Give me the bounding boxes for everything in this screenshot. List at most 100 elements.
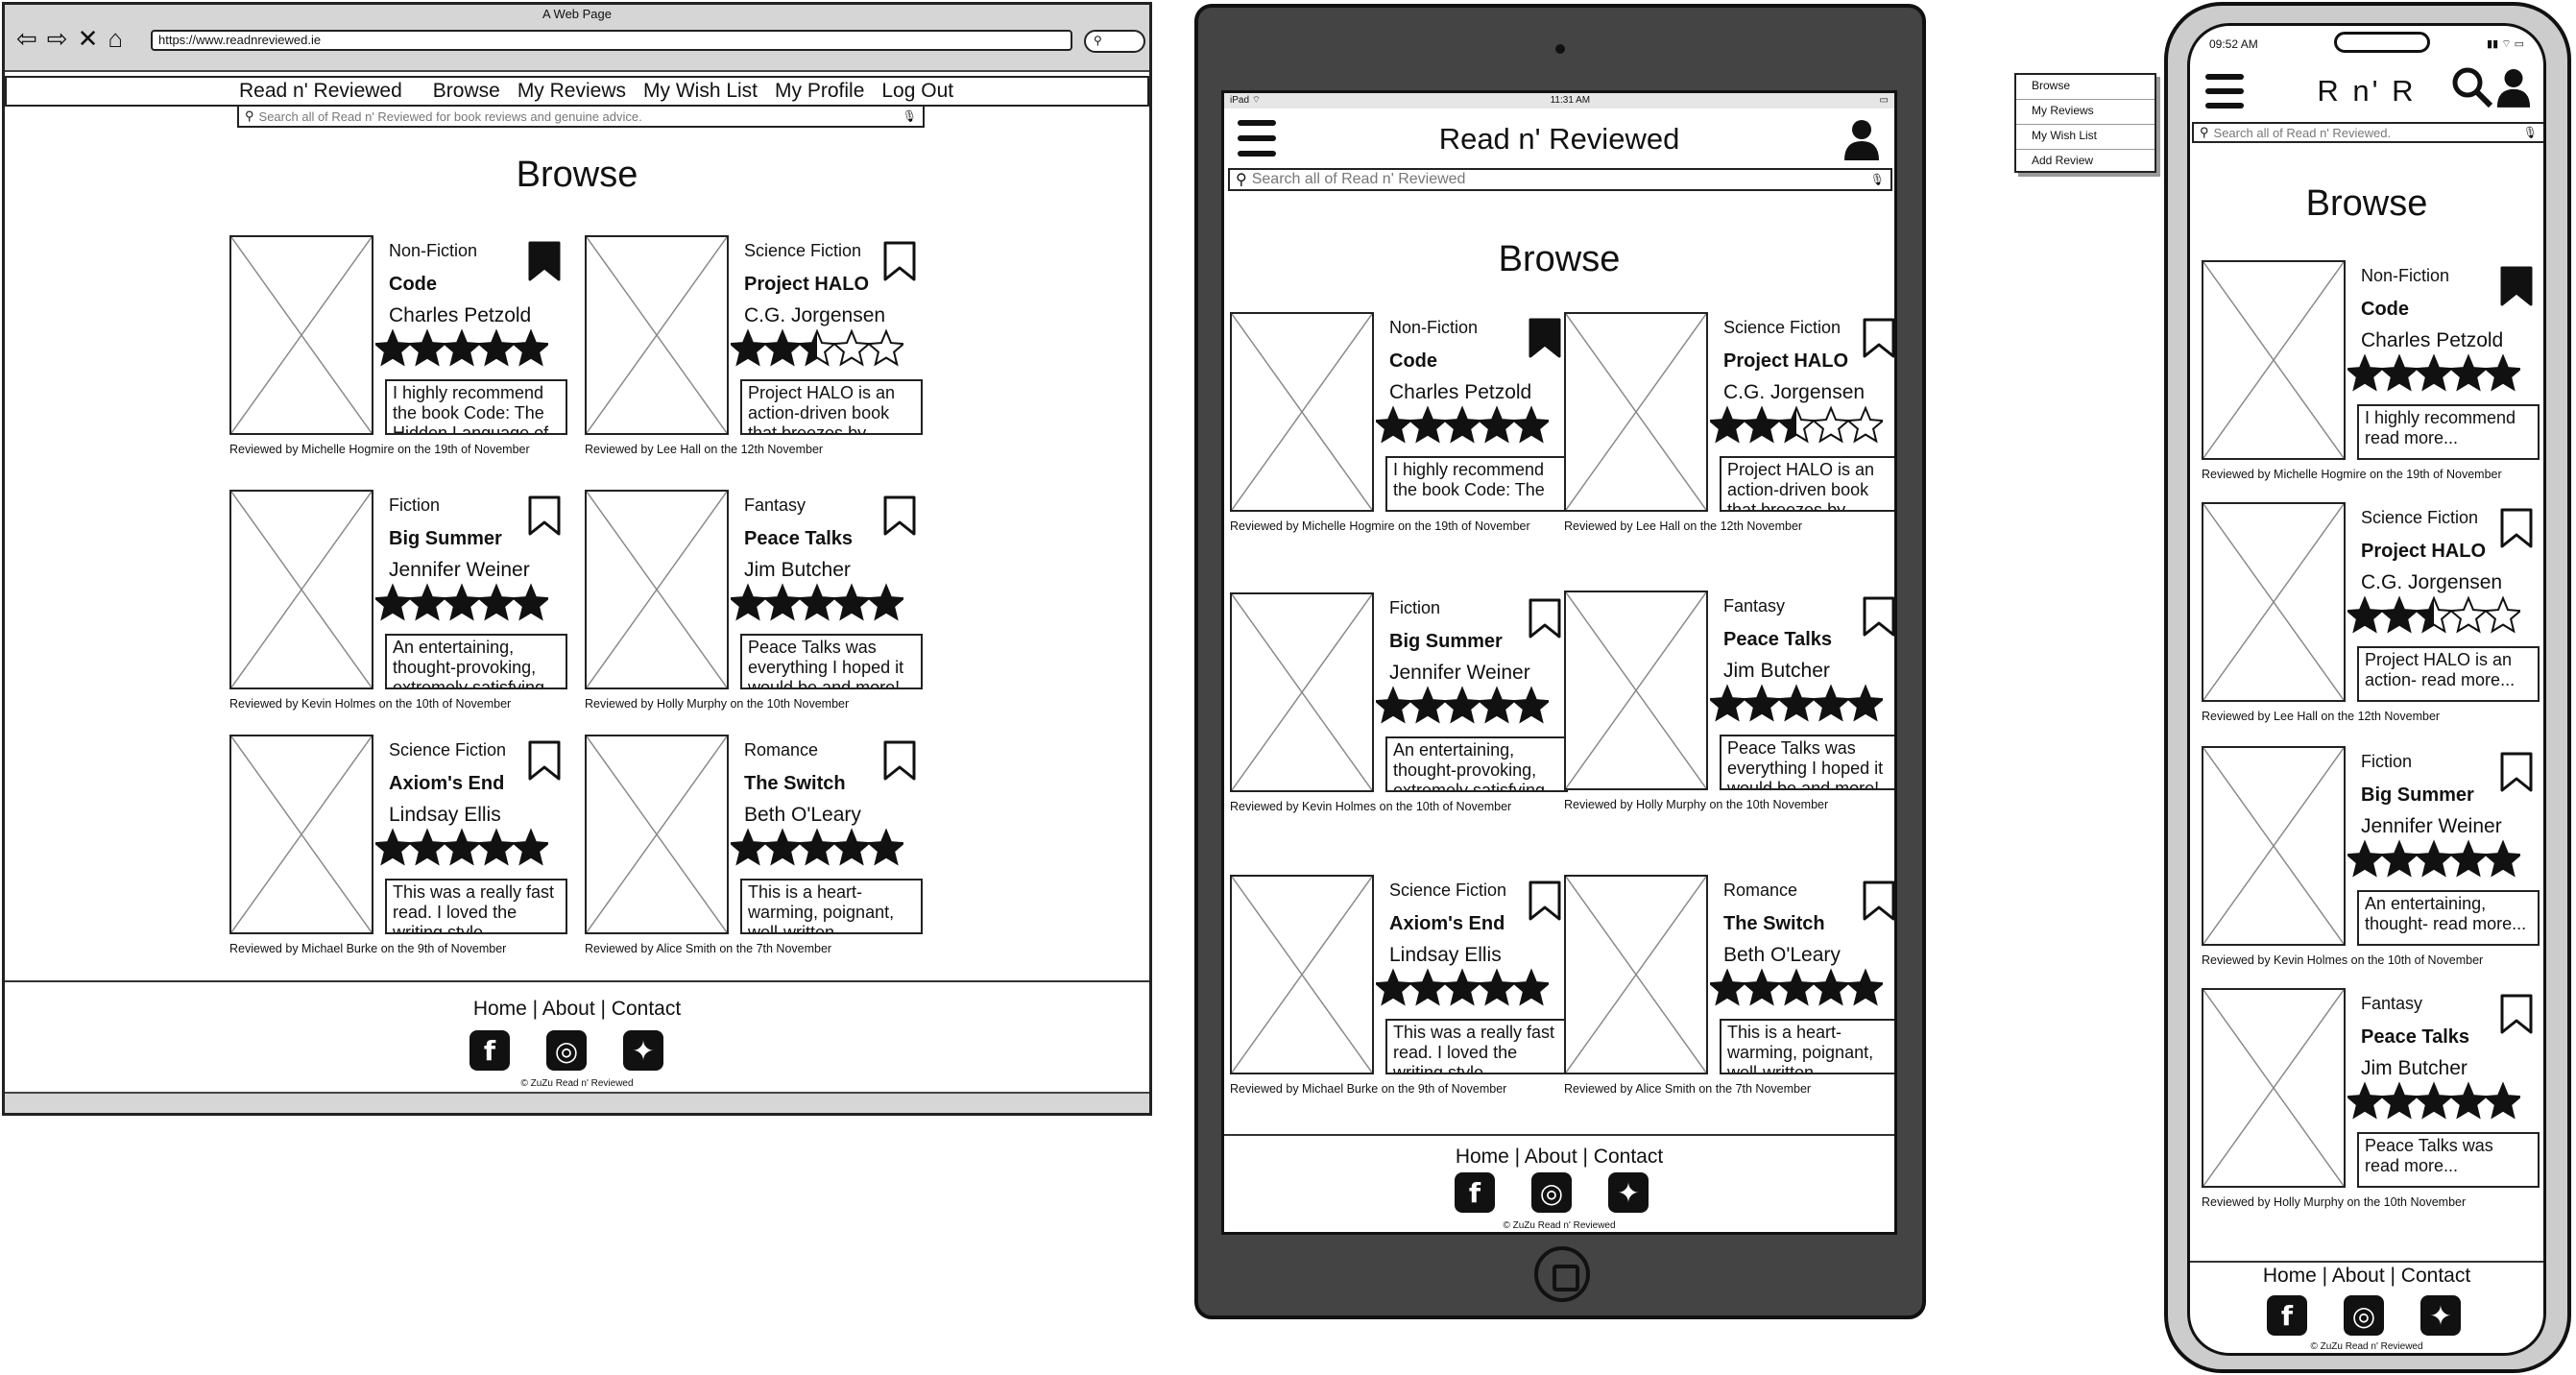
nav-browse[interactable]: Browse [433, 78, 500, 105]
review-card[interactable]: Science Fiction Project HALO C.G. Jorgense… [1564, 312, 1894, 552]
bookmark-icon[interactable] [882, 740, 917, 781]
book-cover-image[interactable] [229, 235, 373, 435]
review-excerpt[interactable]: An entertaining, thought-provoking, extr… [1385, 736, 1568, 792]
review-excerpt[interactable]: This was a really fast read. I loved the… [1385, 1019, 1568, 1074]
book-cover-image[interactable] [1564, 312, 1708, 512]
facebook-icon[interactable]: f [469, 1030, 510, 1071]
brand-link[interactable]: Read n' Reviewed [239, 78, 402, 105]
review-card[interactable]: Science Fiction Project HALO C.G. Jorgense… [2202, 502, 2543, 742]
bookmark-icon[interactable] [1862, 596, 1894, 637]
review-excerpt[interactable]: I highly recommend read more... [2357, 404, 2540, 460]
book-cover-image[interactable] [585, 235, 729, 435]
review-card[interactable]: Fiction Big Summer Jennifer Weiner An enter… [2202, 746, 2543, 986]
review-card[interactable]: Non-Fiction Code Charles Petzold I highly r… [2202, 260, 2543, 500]
bookmark-icon[interactable] [527, 495, 562, 536]
book-title[interactable]: Code [2361, 299, 2409, 321]
review-card[interactable]: Fantasy Peace Talks Jim Butcher Peace Talks… [1564, 591, 1894, 831]
book-cover-image[interactable] [1230, 312, 1374, 512]
book-cover-image[interactable] [2202, 502, 2346, 702]
book-title[interactable]: Axiom's End [389, 773, 504, 795]
instagram-icon[interactable]: ◎ [1531, 1172, 1572, 1213]
home-button[interactable] [1534, 1246, 1590, 1302]
book-cover-image[interactable] [2202, 988, 2346, 1188]
twitter-icon[interactable]: ✦ [623, 1030, 663, 1071]
twitter-icon[interactable]: ✦ [1608, 1172, 1649, 1213]
book-cover-image[interactable] [2202, 746, 2346, 946]
back-icon[interactable]: ⇦ [16, 24, 37, 53]
book-title[interactable]: Peace Talks [2361, 1026, 2469, 1049]
menu-item-my-wish-list[interactable]: My Wish List [2016, 125, 2155, 150]
bookmark-filled-icon[interactable] [2499, 266, 2534, 306]
review-excerpt[interactable]: I highly recommend the book Code: The Hi… [385, 379, 567, 435]
bookmark-icon[interactable] [2499, 508, 2534, 548]
book-title[interactable]: Big Summer [389, 528, 502, 550]
review-card[interactable]: Romance The Switch Beth O'Leary This is a h… [585, 735, 950, 975]
nav-my-wish-list[interactable]: My Wish List [643, 78, 758, 105]
search-icon[interactable] [2451, 66, 2493, 109]
bookmark-icon[interactable] [882, 495, 917, 536]
review-excerpt[interactable]: This is a heart-warming, poignant, well-… [740, 879, 923, 934]
review-card[interactable]: Non-Fiction Code Charles Petzold I highly r… [1230, 312, 1595, 552]
review-excerpt[interactable]: Project HALO is an action- read more... [2357, 646, 2540, 702]
review-card[interactable]: Science Fiction Axiom's End Lindsay Ellis T… [1230, 875, 1595, 1115]
nav-log-out[interactable]: Log Out [881, 78, 953, 105]
user-profile-icon[interactable] [1842, 118, 1881, 160]
review-excerpt[interactable]: Project HALO is an action-driven book th… [740, 379, 923, 435]
bookmark-icon[interactable] [882, 241, 917, 281]
review-excerpt[interactable]: Peace Talks was everything I hoped it wo… [1720, 735, 1894, 790]
nav-my-reviews[interactable]: My Reviews [518, 78, 626, 105]
review-card[interactable]: Non-Fiction Code Charles Petzold I highly r… [229, 235, 594, 475]
book-title[interactable]: Big Summer [2361, 784, 2474, 807]
bookmark-icon[interactable] [1528, 880, 1562, 921]
nav-my-profile[interactable]: My Profile [775, 78, 864, 105]
microphone-icon[interactable]: 🎙 [1870, 173, 1885, 186]
menu-item-browse[interactable]: Browse [2016, 75, 2155, 100]
home-icon[interactable]: ⌂ [108, 24, 123, 53]
review-excerpt[interactable]: This was a really fast read. I loved the… [385, 879, 567, 934]
search-input[interactable]: ⚲ Search all of Read n' Reviewed for boo… [237, 105, 925, 128]
book-cover-image[interactable] [229, 490, 373, 689]
facebook-icon[interactable]: f [1455, 1172, 1495, 1213]
bookmark-icon[interactable] [2499, 994, 2534, 1034]
review-excerpt[interactable]: Project HALO is an action-driven book th… [1720, 456, 1894, 512]
review-excerpt[interactable]: Peace Talks was everything I hoped it wo… [740, 634, 923, 689]
book-cover-image[interactable] [585, 735, 729, 934]
book-title[interactable]: Peace Talks [744, 528, 853, 550]
bookmark-filled-icon[interactable] [1528, 318, 1562, 358]
forward-icon[interactable]: ⇨ [47, 24, 68, 53]
review-excerpt[interactable]: An entertaining, thought- read more... [2357, 890, 2540, 946]
bookmark-icon[interactable] [2499, 752, 2534, 792]
footer-links[interactable]: Home | About | Contact [1224, 1146, 1894, 1169]
book-title[interactable]: Project HALO [1723, 350, 1848, 373]
bookmark-filled-icon[interactable] [527, 241, 562, 281]
book-cover-image[interactable] [1564, 875, 1708, 1074]
microphone-icon[interactable]: 🎙 [903, 109, 917, 123]
book-cover-image[interactable] [2202, 260, 2346, 460]
twitter-icon[interactable]: ✦ [2420, 1295, 2461, 1336]
review-card[interactable]: Fiction Big Summer Jennifer Weiner An enter… [1230, 592, 1595, 832]
review-card[interactable]: Romance The Switch Beth O'Leary This is a h… [1564, 875, 1894, 1115]
book-cover-image[interactable] [1564, 591, 1708, 790]
review-excerpt[interactable]: This is a heart-warming, poignant, well-… [1720, 1019, 1894, 1074]
review-card[interactable]: Science Fiction Project HALO C.G. Jorgense… [585, 235, 950, 475]
facebook-icon[interactable]: f [2267, 1295, 2307, 1336]
book-title[interactable]: Project HALO [744, 274, 869, 296]
instagram-icon[interactable]: ◎ [546, 1030, 587, 1071]
close-icon[interactable]: ✕ [78, 24, 99, 53]
browser-search-pill[interactable]: ⚲ [1084, 30, 1145, 53]
footer-links[interactable]: Home | About | Contact [5, 998, 1149, 1021]
book-cover-image[interactable] [1230, 592, 1374, 792]
instagram-icon[interactable]: ◎ [2344, 1295, 2384, 1336]
book-title[interactable]: Big Summer [1389, 631, 1503, 653]
microphone-icon[interactable]: 🎙 [2523, 126, 2538, 139]
search-input[interactable]: ⚲ Search all of Read n' Reviewed. 🎙 [2192, 122, 2543, 143]
footer-links[interactable]: Home | About | Contact [2190, 1265, 2543, 1288]
book-title[interactable]: The Switch [1723, 913, 1825, 935]
menu-item-my-reviews[interactable]: My Reviews [2016, 100, 2155, 125]
review-excerpt[interactable]: I highly recommend the book Code: The [1385, 456, 1568, 512]
review-card[interactable]: Science Fiction Axiom's End Lindsay Ellis T… [229, 735, 594, 975]
address-bar[interactable]: https://www.readnreviewed.ie [151, 30, 1072, 51]
review-card[interactable]: Fantasy Peace Talks Jim Butcher Peace Talks… [585, 490, 950, 730]
book-title[interactable]: Axiom's End [1389, 913, 1505, 935]
book-title[interactable]: Project HALO [2361, 541, 2486, 563]
